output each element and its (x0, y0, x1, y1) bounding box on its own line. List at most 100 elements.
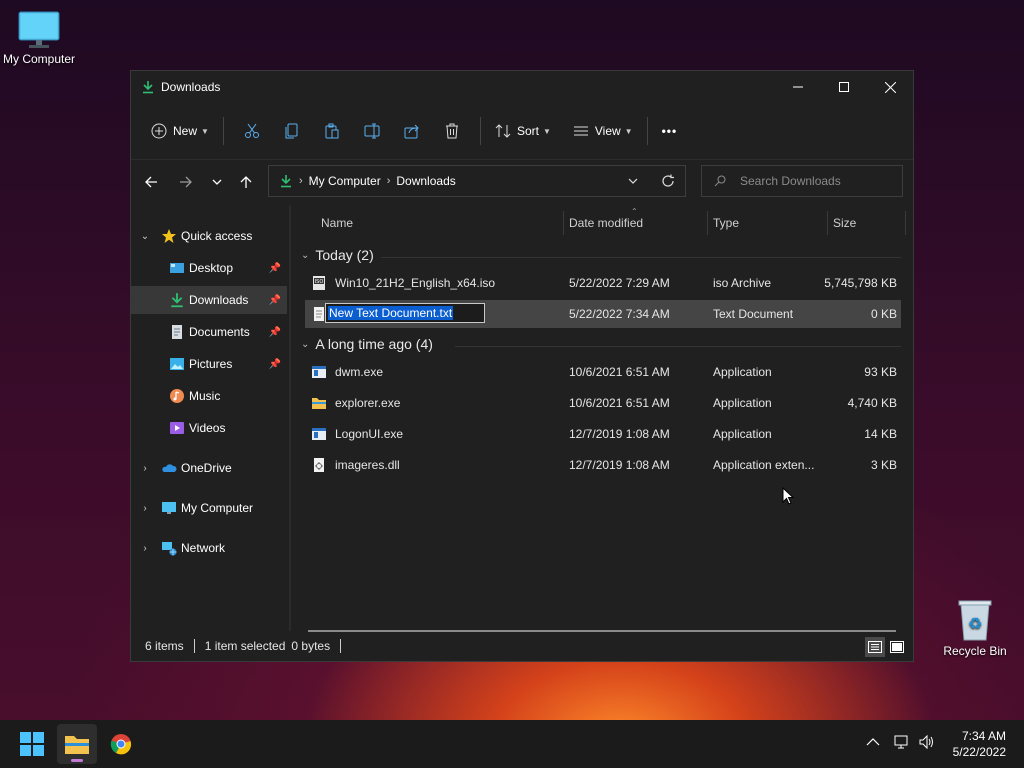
arrow-up-icon (240, 176, 252, 188)
taskbar-clock[interactable]: 7:34 AM 5/22/2022 (953, 728, 1006, 760)
recent-locations-button[interactable] (203, 165, 231, 199)
table-row[interactable]: LogonUI.exe 12/7/2019 1:08 AM Applicatio… (305, 420, 901, 448)
table-row[interactable]: dwm.exe 10/6/2021 6:51 AM Application 93… (305, 358, 901, 386)
taskbar-file-explorer[interactable] (57, 724, 97, 764)
sidebar-item-network[interactable]: › Network (131, 534, 287, 562)
file-name: LogonUI.exe (335, 427, 404, 441)
chevron-down-icon[interactable]: ⌄ (139, 231, 151, 242)
network-status-icon[interactable] (894, 734, 910, 750)
status-bar: 6 items 1 item selected 0 bytes (131, 631, 913, 661)
chevron-right-icon[interactable]: › (139, 463, 151, 474)
pin-icon: 📌 (268, 294, 281, 306)
chevron-right-icon[interactable]: › (139, 503, 151, 514)
volume-icon[interactable] (918, 734, 936, 750)
active-indicator (71, 759, 83, 762)
share-button[interactable] (394, 115, 430, 147)
pin-icon: 📌 (268, 358, 281, 370)
sidebar-item-documents[interactable]: Documents 📌 (131, 318, 287, 346)
forward-button[interactable] (172, 165, 200, 199)
clock-time: 7:34 AM (961, 729, 1006, 743)
download-icon (171, 293, 183, 308)
column-divider[interactable] (827, 211, 828, 235)
column-header-date[interactable]: Date modified (569, 216, 643, 230)
document-icon (172, 325, 182, 339)
table-row-selected[interactable]: New Text Document.txt 5/22/2022 7:34 AM … (305, 300, 901, 328)
breadcrumb-downloads[interactable]: Downloads (396, 174, 455, 188)
column-header-name[interactable]: Name (321, 216, 353, 230)
copy-button[interactable] (274, 115, 310, 147)
cut-button[interactable] (234, 115, 270, 147)
title-bar[interactable]: Downloads (131, 71, 913, 103)
group-header-long-time-ago[interactable]: ⌄ A long time ago (4) (301, 336, 901, 352)
column-divider[interactable] (905, 211, 906, 235)
tiles-view-button[interactable] (887, 637, 907, 657)
sidebar-item-onedrive[interactable]: › OneDrive (131, 454, 287, 482)
sidebar-item-label: Music (189, 389, 221, 403)
sort-button[interactable]: Sort ▼ (489, 115, 557, 147)
view-button[interactable]: View ▼ (567, 115, 639, 147)
chrome-icon (110, 734, 132, 755)
column-divider[interactable] (563, 211, 564, 235)
sidebar-item-desktop[interactable]: Desktop 📌 (131, 254, 287, 282)
video-icon (170, 422, 184, 434)
rename-button[interactable] (354, 115, 390, 147)
start-button[interactable] (12, 724, 52, 764)
new-button[interactable]: New ▼ (145, 115, 215, 147)
column-header-type[interactable]: Type (713, 216, 739, 230)
sidebar-item-label: My Computer (181, 501, 254, 515)
column-divider[interactable] (707, 211, 708, 235)
file-size: 5,745,798 KB (824, 276, 897, 290)
sidebar-item-quick-access[interactable]: ⌄ Quick access (131, 222, 287, 250)
tiles-view-icon (890, 641, 904, 653)
chevron-right-icon[interactable]: › (139, 543, 151, 554)
rename-field[interactable]: New Text Document.txt (325, 303, 485, 323)
file-size: 14 KB (864, 427, 897, 441)
refresh-icon[interactable] (661, 174, 675, 188)
system-tray (866, 734, 936, 750)
up-button[interactable] (232, 165, 260, 199)
address-bar[interactable]: › My Computer › Downloads (268, 165, 686, 197)
arrow-left-icon (145, 176, 157, 188)
sidebar-item-videos[interactable]: Videos (131, 414, 287, 442)
search-icon (714, 175, 726, 187)
sidebar-item-label: Desktop (189, 261, 234, 275)
clipboard-icon (325, 123, 339, 139)
minimize-button[interactable] (775, 71, 821, 103)
chevron-up-icon[interactable] (866, 737, 880, 747)
desktop-icon-recycle-bin[interactable]: ♻ Recycle Bin (937, 598, 1013, 658)
sort-icon (495, 124, 511, 138)
search-input[interactable]: Search Downloads (701, 165, 903, 197)
sidebar-item-my-computer[interactable]: › My Computer (131, 494, 287, 522)
more-options-button[interactable]: ••• (656, 115, 684, 147)
delete-button[interactable] (434, 115, 470, 147)
close-button[interactable] (867, 71, 913, 103)
maximize-button[interactable] (821, 71, 867, 103)
file-size: 93 KB (864, 365, 897, 379)
table-row[interactable]: imageres.dll 12/7/2019 1:08 AM Applicati… (305, 451, 901, 479)
back-button[interactable] (137, 165, 165, 199)
details-view-button[interactable] (865, 637, 885, 657)
chevron-down-icon: ▼ (201, 126, 209, 136)
column-header-row: Name Date modified ⌃ Type Size (291, 205, 913, 241)
group-divider (381, 257, 901, 258)
sidebar-item-music[interactable]: Music (131, 382, 287, 410)
taskbar-chrome[interactable] (101, 724, 141, 764)
file-type: Application (713, 427, 772, 441)
status-item-count: 6 items (145, 639, 184, 653)
group-header-today[interactable]: ⌄ Today (2) (301, 247, 901, 263)
clock-date: 5/22/2022 (952, 745, 1006, 759)
table-row[interactable]: explorer.exe 10/6/2021 6:51 AM Applicati… (305, 389, 901, 417)
chevron-down-icon[interactable] (627, 175, 639, 187)
paste-button[interactable] (314, 115, 350, 147)
column-header-size[interactable]: Size (833, 216, 856, 230)
table-row[interactable]: ISO Win10_21H2_English_x64.iso 5/22/2022… (305, 269, 901, 297)
desktop-icon-my-computer[interactable]: My Computer (1, 10, 77, 66)
monitor-icon (162, 502, 176, 514)
desktop-icon (170, 263, 184, 273)
view-label: View (594, 124, 621, 138)
folder-icon (65, 736, 89, 754)
network-icon (162, 542, 177, 556)
breadcrumb-my-computer[interactable]: My Computer (309, 174, 381, 188)
sidebar-item-downloads[interactable]: Downloads 📌 (131, 286, 287, 314)
sidebar-item-pictures[interactable]: Pictures 📌 (131, 350, 287, 378)
